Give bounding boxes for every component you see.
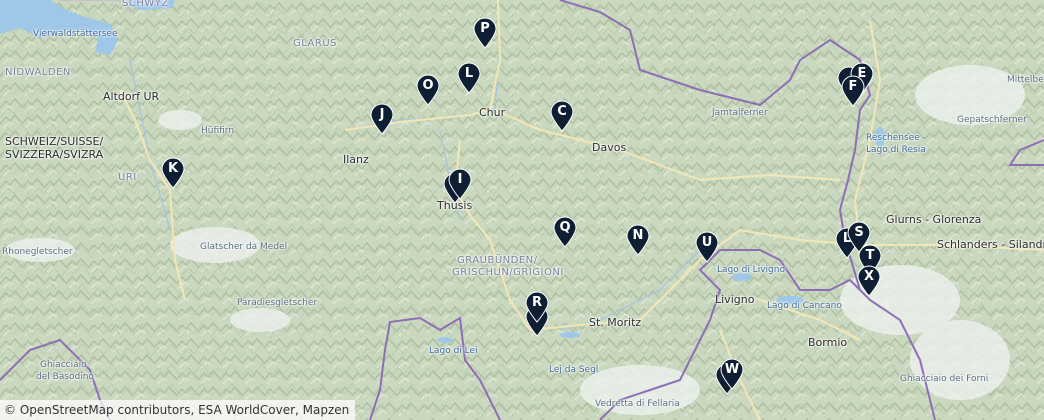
label-rhonegletscher: Rhonegletscher: [2, 247, 73, 257]
label-huefifirn: Hüfifirn: [201, 126, 235, 136]
map-marker-n[interactable]: N: [625, 224, 651, 256]
label-bormio: Bormio: [808, 336, 848, 349]
map-marker-c[interactable]: C: [549, 100, 575, 132]
label-jamtalferner: Jamtalferner: [712, 108, 768, 118]
label-schweiz-line2: SVIZZERA/SVIZRA: [5, 148, 104, 161]
label-lago-di-cancano: Lago di Cancano: [767, 301, 842, 311]
marker-letter: I: [457, 172, 463, 187]
map-marker-p[interactable]: P: [472, 17, 498, 49]
label-altdorf: Altdorf UR: [103, 90, 160, 103]
label-glatscher-da-medel: Glatscher da Medel: [200, 242, 288, 252]
label-uri: URI: [118, 172, 137, 183]
marker-letter: S: [854, 225, 864, 240]
label-schwyz: SCHWYZ: [122, 0, 169, 9]
label-st-moritz: St. Moritz: [589, 316, 642, 329]
label-ilanz: Ilanz: [343, 153, 369, 166]
label-ghiacciaio-line2: del Basodino: [36, 372, 94, 382]
marker-letter: R: [531, 295, 542, 310]
label-nidwalden: NIDWALDEN: [5, 67, 71, 78]
map-marker-r[interactable]: R: [524, 291, 550, 323]
marker-letter: T: [865, 248, 875, 263]
label-davos: Davos: [592, 141, 627, 154]
label-vierwaldstaettersee: Vierwaldstättersee: [33, 29, 118, 39]
map-marker-u[interactable]: U: [694, 231, 720, 263]
marker-letter: F: [848, 79, 858, 94]
marker-letter: K: [167, 161, 179, 176]
map-attribution[interactable]: © OpenStreetMap contributors, ESA WorldC…: [0, 400, 356, 420]
label-lej-da-segl: Lej da Segl: [549, 365, 599, 375]
label-chur: Chur: [479, 106, 506, 119]
marker-letter: L: [464, 66, 474, 81]
map-marker-i[interactable]: I: [447, 168, 473, 200]
marker-letter: P: [480, 21, 490, 36]
map-marker-l[interactable]: L: [456, 62, 482, 94]
label-glarus: GLARUS: [293, 38, 338, 49]
marker-letter: O: [422, 78, 434, 93]
label-ghiacciaio-dei-forni: Ghiacciaio dei Forni: [900, 374, 989, 384]
map-canvas[interactable]: SCHWYZ Vierwaldstättersee GLARUS NIDWALD…: [0, 0, 1044, 420]
label-reschensee-line2: Lago di Resia: [866, 145, 926, 155]
terrain-layer: [0, 0, 1044, 420]
marker-letter: W: [724, 362, 740, 377]
marker-letter: X: [863, 269, 875, 284]
label-lago-di-lei: Lago di Lei: [429, 346, 478, 356]
label-schlanders: Schlanders - Silandro: [937, 238, 1044, 251]
label-paradiesgletscher: Paradiesgletscher: [237, 298, 318, 308]
label-lago-di-livigno: Lago di Livigno: [717, 265, 785, 275]
label-glurns: Glurns - Glorenza: [886, 213, 982, 226]
marker-letter: Q: [559, 220, 571, 235]
map-marker-f[interactable]: F: [840, 75, 866, 107]
map-marker-k[interactable]: K: [160, 157, 186, 189]
label-gepatschferner: Gepatschferner: [957, 115, 1027, 125]
marker-letter: C: [557, 104, 567, 119]
map-marker-o[interactable]: O: [415, 74, 441, 106]
map-marker-x[interactable]: X: [856, 265, 882, 297]
map-marker-w[interactable]: W: [719, 358, 745, 390]
label-livigno: Livigno: [715, 293, 755, 306]
map-marker-q[interactable]: Q: [552, 216, 578, 248]
marker-letter: J: [379, 107, 385, 122]
map-marker-j[interactable]: J: [369, 103, 395, 135]
label-schweiz-line1: SCHWEIZ/SUISSE/: [5, 135, 104, 148]
marker-letter: U: [701, 235, 713, 250]
label-vedretta-di-fellaria: Vedretta di Fellaria: [595, 399, 680, 409]
marker-letter: N: [632, 228, 644, 243]
label-mittelberg: Mittelber: [1007, 75, 1044, 85]
label-graubuenden-line2: GRISCHUN/GRIGIONI: [452, 267, 564, 278]
